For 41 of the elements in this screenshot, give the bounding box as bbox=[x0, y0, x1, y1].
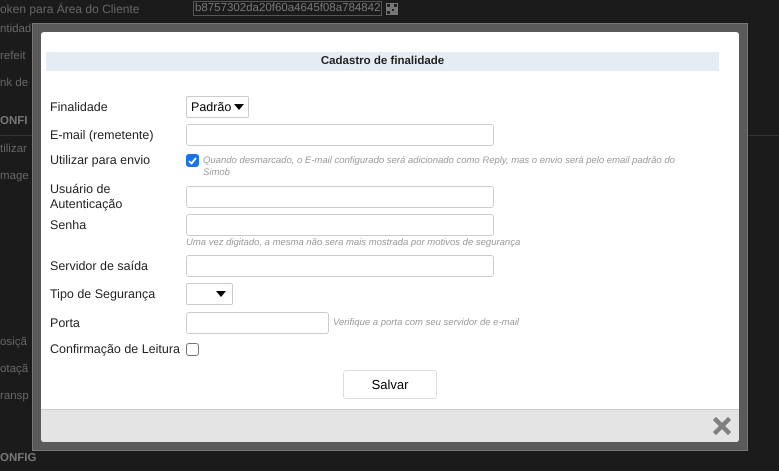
setting-label: oken para Área do Cliente bbox=[0, 2, 140, 16]
setting-label: osiçã bbox=[0, 334, 27, 350]
text-input[interactable] bbox=[186, 186, 494, 208]
token-field[interactable]: b8757302da20f60a4645f08a784842 bbox=[193, 1, 382, 16]
field-label: Finalidade bbox=[50, 100, 109, 114]
text-input[interactable] bbox=[186, 255, 494, 277]
setting-label: otaçã bbox=[0, 362, 28, 377]
close-icon[interactable] bbox=[713, 417, 731, 435]
field-label: Confirmação de Leitura bbox=[50, 342, 181, 357]
dialog-title: Cadastro de finalidade bbox=[320, 54, 444, 69]
section-heading: ONFI bbox=[0, 114, 28, 130]
caret-icon bbox=[216, 291, 226, 297]
setting-label: mage bbox=[0, 168, 29, 184]
field-hint: Uma vez digitado, a mesma não sera mais mostrada por motivos de segurança bbox=[186, 237, 520, 249]
setting-label: nk de bbox=[0, 76, 28, 91]
field-label: Tipo de Segurança bbox=[50, 286, 156, 302]
checkmark-icon bbox=[188, 156, 197, 164]
text-input[interactable] bbox=[186, 124, 494, 146]
field-label: Senha bbox=[50, 218, 88, 232]
checkbox[interactable] bbox=[186, 343, 199, 356]
field-label: E-mail (remetente) bbox=[50, 128, 154, 142]
text-input[interactable] bbox=[186, 214, 494, 236]
section-heading: ONFIG bbox=[0, 451, 36, 466]
setting-label: tilizar bbox=[0, 142, 27, 157]
field-hint: Verifique a porta com seu servidor de e-mail bbox=[333, 317, 520, 329]
select-field[interactable]: Padrão bbox=[186, 96, 250, 118]
select-field[interactable] bbox=[186, 283, 233, 305]
field-hint: Quando desmarcado, o E-mail configurado será adicionado como Reply, mas o envio será pelo email padrão do Simob bbox=[203, 154, 676, 179]
select-value: Padrão bbox=[191, 98, 232, 116]
setting-label: refeit bbox=[0, 48, 26, 64]
checkbox[interactable] bbox=[186, 154, 199, 167]
text-input[interactable] bbox=[186, 312, 329, 334]
field-label: Utilizar para envio bbox=[50, 153, 152, 168]
qr-code-icon[interactable] bbox=[386, 2, 398, 14]
save-button[interactable]: Salvar bbox=[343, 370, 437, 399]
setting-label: ntidad bbox=[0, 22, 32, 37]
field-label: Servidor de saída bbox=[50, 258, 149, 274]
caret-icon bbox=[234, 104, 244, 110]
setting-label: ransp bbox=[0, 388, 29, 404]
field-label: Usuário de Autenticação bbox=[50, 182, 124, 212]
field-label: Porta bbox=[50, 316, 81, 330]
